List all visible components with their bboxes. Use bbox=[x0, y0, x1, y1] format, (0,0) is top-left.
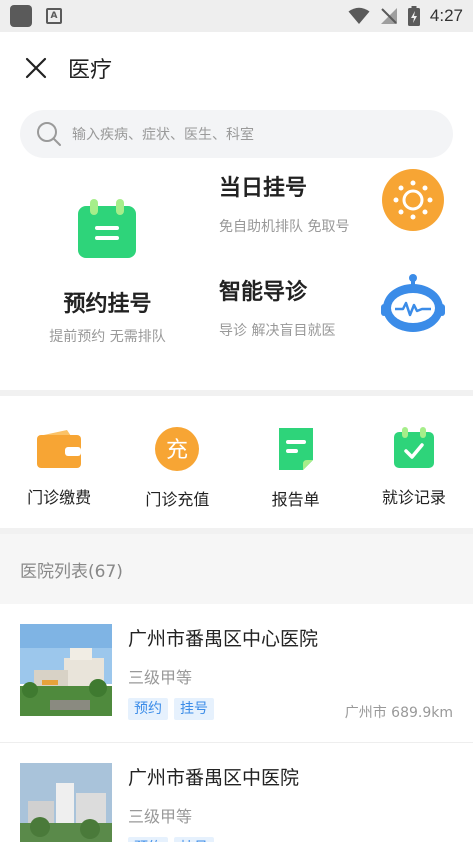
appointment-title: 预约挂号 bbox=[63, 292, 152, 317]
smart-guide-subtitle: 导诊 解决盲目就医 bbox=[219, 323, 336, 339]
search-placeholder: 输入疾病、症状、医生、科室 bbox=[72, 127, 254, 143]
quick-actions: 门诊缴费 充 门诊充值 报告单 就诊记录 bbox=[0, 396, 473, 528]
search-icon bbox=[37, 122, 61, 146]
smart-guide-title: 智能导诊 bbox=[219, 280, 308, 305]
tag-registration: 挂号 bbox=[174, 837, 214, 842]
same-day-card[interactable]: 当日挂号 免自助机排队 免取号 bbox=[219, 158, 473, 258]
calendar-check-icon bbox=[393, 427, 434, 468]
search-input[interactable]: 输入疾病、症状、医生、科室 bbox=[20, 110, 453, 158]
status-time: 4:27 bbox=[429, 6, 463, 25]
hospital-name: 广州市番禺区中医院 bbox=[128, 767, 300, 789]
quick-action-outpatient-recharge[interactable]: 充 门诊充值 bbox=[118, 396, 236, 528]
smart-guide-card[interactable]: 智能导诊 导诊 解决盲目就医 bbox=[219, 262, 473, 362]
page-title: 医疗 bbox=[68, 58, 113, 83]
title-bar: 医疗 bbox=[0, 32, 473, 104]
hospital-distance: 广州市 689.9km bbox=[344, 705, 453, 721]
hospital-photo bbox=[20, 763, 112, 842]
quick-action-visit-record[interactable]: 就诊记录 bbox=[355, 396, 473, 528]
same-day-title: 当日挂号 bbox=[219, 176, 308, 201]
hospital-tags: 预约 挂号 bbox=[128, 837, 214, 842]
status-bar: A 4:27 bbox=[0, 0, 473, 32]
quick-action-label: 门诊缴费 bbox=[27, 488, 92, 507]
signal-off-icon bbox=[380, 8, 397, 24]
recharge-icon: 充 bbox=[155, 427, 200, 471]
appointment-card[interactable]: 预约挂号 提前预约 无需排队 bbox=[0, 158, 215, 390]
wallet-icon bbox=[37, 430, 82, 468]
battery-charging-icon bbox=[407, 6, 420, 26]
quick-action-label: 报告单 bbox=[271, 490, 320, 509]
wifi-icon bbox=[348, 7, 370, 24]
tag-registration: 挂号 bbox=[174, 698, 214, 720]
quick-action-label: 门诊充值 bbox=[145, 490, 210, 509]
a-notification-icon: A bbox=[46, 8, 62, 24]
app-notification-icon bbox=[10, 5, 32, 27]
appointment-subtitle: 提前预约 无需排队 bbox=[49, 329, 166, 345]
tag-appointment: 预约 bbox=[128, 698, 168, 720]
quick-action-report[interactable]: 报告单 bbox=[237, 396, 355, 528]
hospital-name: 广州市番禺区中心医院 bbox=[128, 628, 319, 650]
report-icon bbox=[278, 428, 313, 470]
same-day-subtitle: 免自助机排队 免取号 bbox=[219, 219, 350, 235]
close-icon bbox=[25, 57, 47, 79]
hospital-level: 三级甲等 bbox=[128, 668, 193, 687]
hospital-photo bbox=[20, 624, 112, 716]
recharge-glyph: 充 bbox=[166, 438, 188, 463]
hospital-list-item[interactable]: 广州市番禺区中心医院 三级甲等 预约 挂号 广州市 689.9km bbox=[0, 604, 473, 743]
quick-action-outpatient-payment[interactable]: 门诊缴费 bbox=[0, 396, 118, 528]
sun-icon bbox=[382, 169, 444, 231]
hospital-level: 三级甲等 bbox=[128, 807, 193, 826]
appointment-calendar-icon bbox=[78, 199, 136, 258]
tag-appointment: 预约 bbox=[128, 837, 168, 842]
hospital-list-item[interactable]: 广州市番禺区中医院 三级甲等 预约 挂号 bbox=[0, 743, 473, 842]
feature-panel: 预约挂号 提前预约 无需排队 当日挂号 免自助机排队 免取号 智能导诊 导诊 解… bbox=[0, 158, 473, 390]
close-button[interactable] bbox=[22, 54, 50, 82]
robot-icon bbox=[381, 274, 445, 332]
hospital-list-header: 医院列表(67) bbox=[0, 534, 473, 604]
quick-action-label: 就诊记录 bbox=[381, 488, 446, 507]
hospital-tags: 预约 挂号 bbox=[128, 698, 214, 720]
